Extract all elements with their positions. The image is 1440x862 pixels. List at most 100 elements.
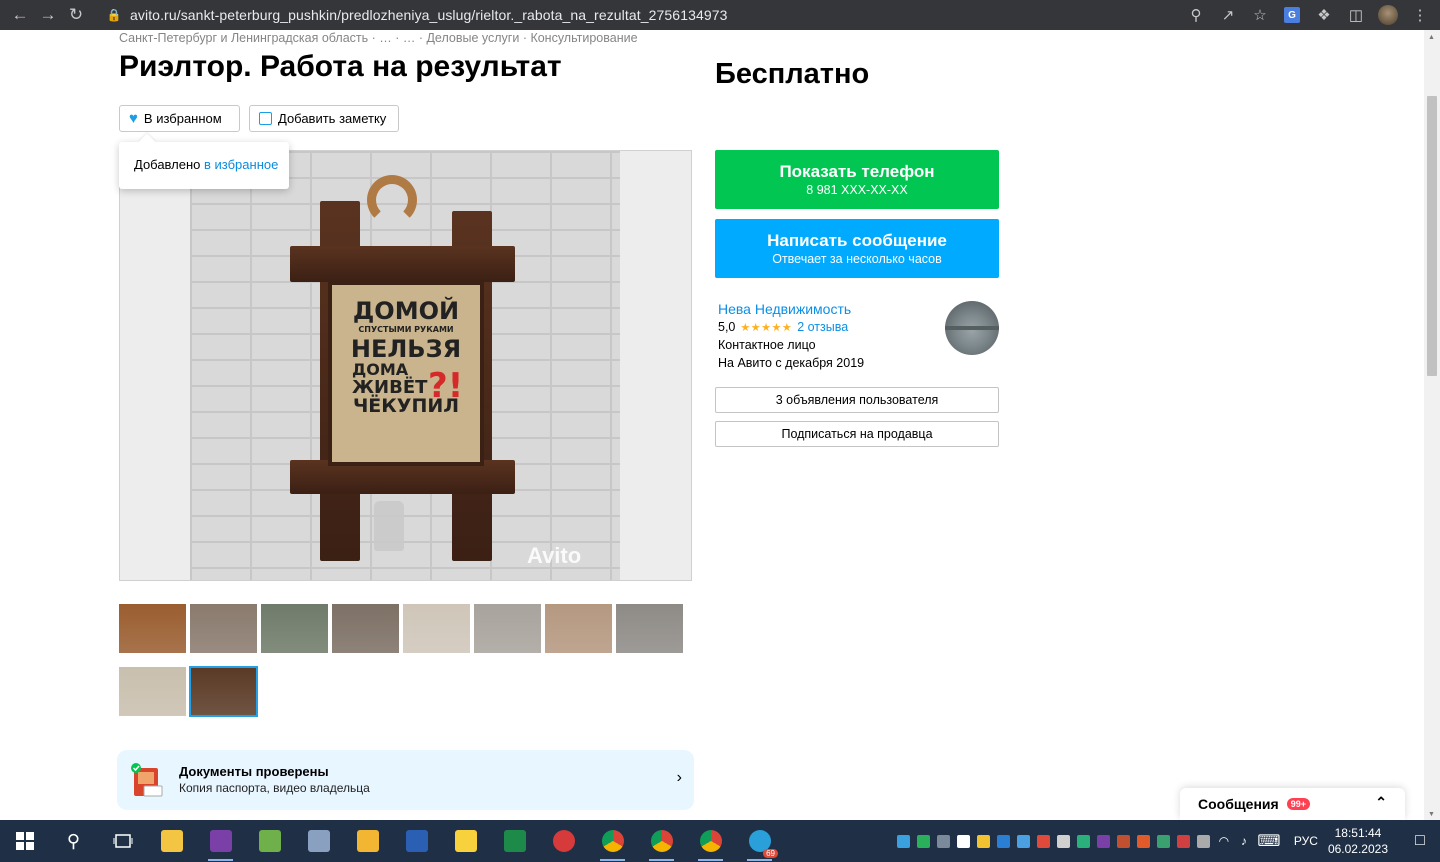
network-icon[interactable]: [294, 820, 343, 862]
breadcrumb[interactable]: Санкт-Петербург и Ленинградская область …: [119, 31, 638, 45]
add-note-button[interactable]: Добавить заметку: [249, 105, 399, 132]
subscribe-seller-button[interactable]: Подписаться на продавца: [715, 421, 999, 447]
share-icon[interactable]: ↗: [1214, 0, 1242, 30]
search-icon[interactable]: ⚲: [49, 820, 98, 862]
scroll-down-arrow-icon[interactable]: ▼: [1428, 811, 1435, 818]
pinned-apps: 69: [147, 820, 784, 862]
tray-app-icon-3[interactable]: [934, 820, 954, 862]
tray-app-icon-16[interactable]: [1194, 820, 1214, 862]
sign-line-1: ДОМОЙ: [352, 297, 460, 325]
menu-kebab-icon[interactable]: ⋮: [1406, 0, 1434, 30]
tray-app-icon-13[interactable]: [1134, 820, 1154, 862]
bookmark-star-icon[interactable]: ☆: [1246, 0, 1274, 30]
sign-line-3: НЕЛЬЗЯ: [350, 334, 462, 363]
chrome-icon-1[interactable]: [588, 820, 637, 862]
messenger-label: Сообщения: [1198, 796, 1279, 812]
rating-stars-icon: ★★★★★: [740, 321, 793, 334]
seller-avatar[interactable]: [945, 301, 999, 355]
thumbnail-room-4[interactable]: [616, 604, 683, 653]
tray-app-icon-7[interactable]: [1014, 820, 1034, 862]
reload-icon[interactable]: ↻: [62, 0, 90, 30]
reviews-link[interactable]: 2 отзыва: [797, 320, 848, 334]
note-icon: [259, 112, 272, 125]
thumbnail-room-3[interactable]: [545, 604, 612, 653]
tray-app-icon-12[interactable]: [1114, 820, 1134, 862]
thumbnail-building-3[interactable]: [332, 604, 399, 653]
notifications-icon[interactable]: □: [1400, 820, 1440, 862]
page-scrollbar[interactable]: ▲ ▼: [1424, 30, 1440, 820]
chevron-right-icon: ›: [676, 769, 682, 786]
chevron-up-icon[interactable]: ⌃: [1375, 794, 1387, 811]
tray-app-icon-1[interactable]: [894, 820, 914, 862]
yandex-icon[interactable]: [539, 820, 588, 862]
keyboard-icon[interactable]: ⌨: [1254, 820, 1284, 862]
tray-app-icon-11[interactable]: [1094, 820, 1114, 862]
sticky-notes-icon[interactable]: [441, 820, 490, 862]
side-panel-icon[interactable]: ◫: [1342, 0, 1370, 30]
start-button[interactable]: [0, 820, 49, 862]
messenger-panel[interactable]: Сообщения 99+ ⌃: [1180, 788, 1405, 820]
favorite-button[interactable]: ♥ В избранном: [119, 105, 240, 132]
tray-app-icon-10[interactable]: [1074, 820, 1094, 862]
telegram-icon[interactable]: 69: [735, 820, 784, 862]
tray-app-icon-14[interactable]: [1154, 820, 1174, 862]
tooltip-favorites-link[interactable]: в избранное: [204, 157, 278, 172]
thumbnail-row-1: [119, 604, 683, 653]
back-arrow-icon[interactable]: ←: [6, 0, 34, 30]
thumbnail-room-1[interactable]: [403, 604, 470, 653]
show-phone-button[interactable]: Показать телефон 8 981 XXX-XX-XX: [715, 150, 999, 209]
documents-verified-banner[interactable]: Документы проверены Копия паспорта, виде…: [117, 750, 694, 810]
clock[interactable]: 18:51:44 06.02.2023: [1328, 825, 1388, 857]
lock-icon: 🔒: [106, 8, 122, 22]
seller-name[interactable]: Нева Недвижимость: [718, 301, 938, 317]
sign-line-2: СПУСТЫМИ РУКАМИ: [358, 325, 454, 335]
input-language[interactable]: РУС: [1294, 834, 1318, 848]
thumbnail-building-2[interactable]: [261, 604, 328, 653]
horseshoe-icon: [367, 175, 417, 225]
page-content: Санкт-Петербург и Ленинградская область …: [0, 30, 1424, 820]
address-bar[interactable]: 🔒 avito.ru/sankt-peterburg_pushkin/predl…: [104, 2, 1214, 28]
thumbnail-cat[interactable]: [119, 604, 186, 653]
chrome-icon-3[interactable]: [686, 820, 735, 862]
forward-arrow-icon[interactable]: →: [34, 0, 62, 30]
photo-image: ДОМОЙ СПУСТЫМИ РУКАМИ НЕЛЬЗЯ ДОМА ЖИВЁТ …: [190, 151, 620, 580]
thumbnail-room-2[interactable]: [474, 604, 541, 653]
tray-app-icon-8[interactable]: [1034, 820, 1054, 862]
folder-icon[interactable]: [343, 820, 392, 862]
profile-avatar[interactable]: [1374, 0, 1402, 30]
reply-time: Отвечает за несколько часов: [772, 251, 942, 266]
main-photo[interactable]: ДОМОЙ СПУСТЫМИ РУКАМИ НЕЛЬЗЯ ДОМА ЖИВЁТ …: [119, 150, 692, 581]
rating-value: 5,0: [718, 320, 736, 334]
tray-app-icon-6[interactable]: [994, 820, 1014, 862]
show-phone-label: Показать телефон: [779, 161, 935, 181]
write-message-button[interactable]: Написать сообщение Отвечает за несколько…: [715, 219, 999, 278]
tray-app-icon-2[interactable]: [914, 820, 934, 862]
scroll-up-arrow-icon[interactable]: ▲: [1428, 34, 1435, 41]
translate-extension-icon[interactable]: G: [1278, 0, 1306, 30]
tray-app-icon-4[interactable]: [954, 820, 974, 862]
scrollbar-thumb[interactable]: [1427, 96, 1437, 376]
tray-app-icon-15[interactable]: [1174, 820, 1194, 862]
favorite-tooltip: Добавлено в избранное: [119, 142, 289, 189]
file-explorer-icon[interactable]: [147, 820, 196, 862]
user-listings-button[interactable]: 3 объявления пользователя: [715, 387, 999, 413]
keys-image: [374, 501, 404, 551]
tray-app-icon-9[interactable]: [1054, 820, 1074, 862]
thumbnail-building-1[interactable]: [190, 604, 257, 653]
thumbnail-room-5[interactable]: [119, 667, 186, 716]
task-view-icon[interactable]: [98, 820, 147, 862]
notepad-icon[interactable]: [245, 820, 294, 862]
excel-icon[interactable]: [490, 820, 539, 862]
chrome-icon-2[interactable]: [637, 820, 686, 862]
word-icon[interactable]: [392, 820, 441, 862]
page-title: Риэлтор. Работа на результат: [119, 50, 562, 83]
thumbnail-sign[interactable]: [189, 666, 258, 717]
onenote-icon[interactable]: [196, 820, 245, 862]
windows-taskbar: ⚲ 69 ◠ ♪ ⌨ РУС 18:51:44 06.02.2023 □: [0, 820, 1440, 862]
extensions-puzzle-icon[interactable]: ❖: [1310, 0, 1338, 30]
zoom-icon[interactable]: ⚲: [1182, 0, 1210, 30]
wifi-icon[interactable]: ◠: [1214, 820, 1234, 862]
tray-app-icon-5[interactable]: [974, 820, 994, 862]
volume-icon[interactable]: ♪: [1234, 820, 1254, 862]
avito-watermark: Avito: [527, 543, 582, 568]
